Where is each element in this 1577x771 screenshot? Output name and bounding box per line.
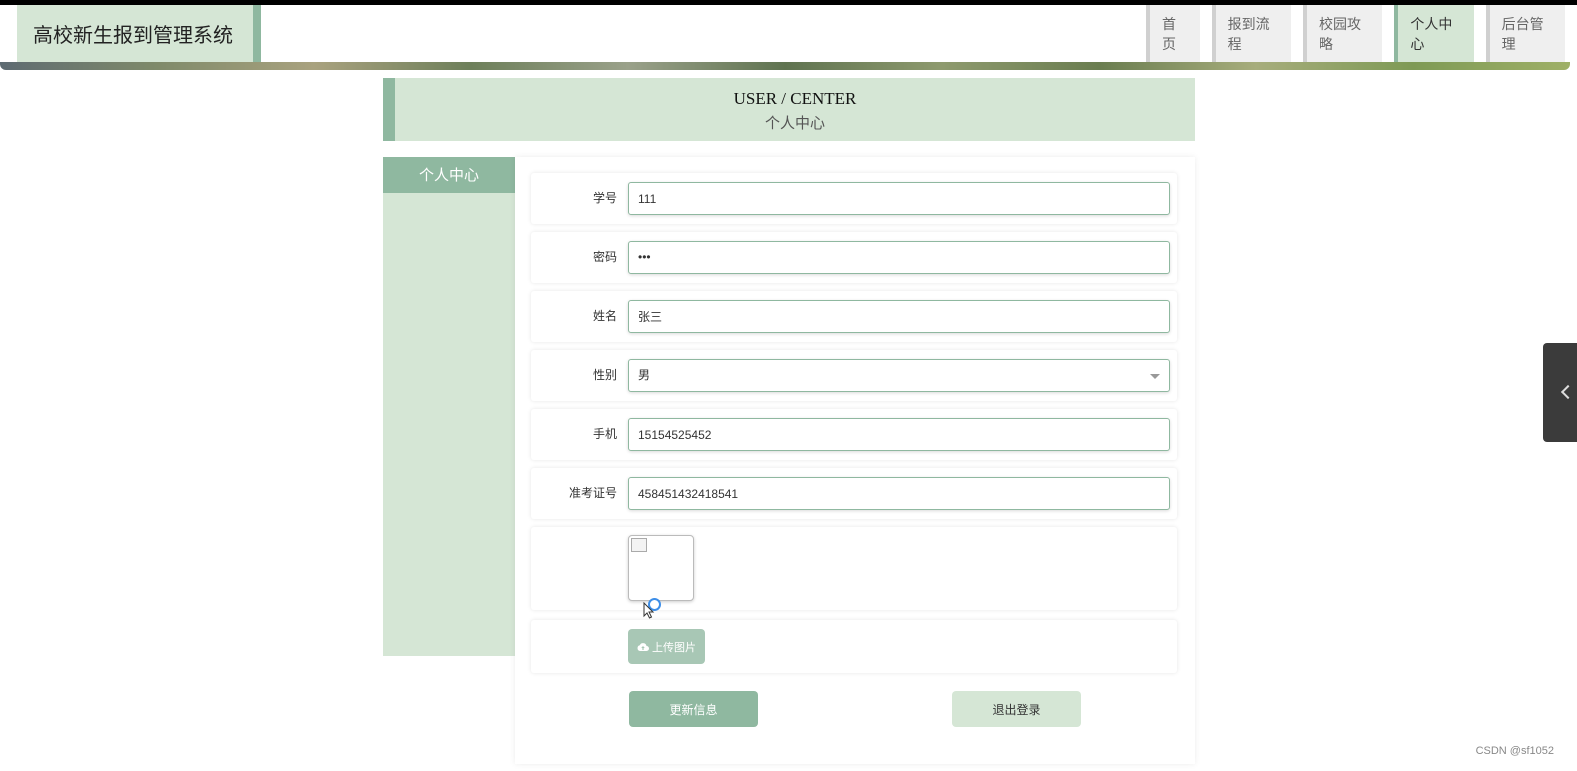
nav-item-user-center[interactable]: 个人中心 xyxy=(1394,5,1474,62)
watermark: CSDN @sf1052 xyxy=(1475,745,1554,757)
gender-select[interactable]: 男 xyxy=(628,359,1170,392)
form-row-photo xyxy=(531,527,1177,619)
gender-label: 性别 xyxy=(592,368,617,382)
phone-input[interactable] xyxy=(628,418,1170,451)
student-id-label: 学号 xyxy=(592,191,617,205)
form-row-gender: 性别 男 xyxy=(531,350,1177,401)
broken-image-icon xyxy=(631,538,647,552)
sidebar: 个人中心 xyxy=(383,157,515,656)
nav-item-registration-process[interactable]: 报到流程 xyxy=(1211,5,1291,62)
form-row-upload: 上传图片 xyxy=(531,620,1177,673)
side-toggle-tab[interactable] xyxy=(1543,343,1577,442)
profile-form-panel: 学号 密码 ••• 姓名 性别 男 手机 准考证号 xyxy=(515,157,1195,764)
photo-thumbnail[interactable] xyxy=(628,535,694,601)
sidebar-item-user-center[interactable]: 个人中心 xyxy=(383,157,515,193)
page-title-cn: 个人中心 xyxy=(764,114,825,132)
form-row-exam-number: 准考证号 xyxy=(531,468,1177,519)
page-title-en: USER / CENTER xyxy=(733,89,857,108)
nav-item-home[interactable]: 首页 xyxy=(1146,5,1200,62)
logout-button[interactable]: 退出登录 xyxy=(952,691,1081,727)
student-id-input[interactable] xyxy=(628,182,1170,215)
form-row-password: 密码 ••• xyxy=(531,232,1177,283)
nav-item-campus-guide[interactable]: 校园攻略 xyxy=(1303,5,1383,62)
update-info-button[interactable]: 更新信息 xyxy=(629,691,758,727)
gender-selected-value: 男 xyxy=(638,368,651,382)
nav-item-admin[interactable]: 后台管理 xyxy=(1485,5,1565,62)
page-title-band: USER / CENTER 个人中心 xyxy=(383,78,1195,141)
password-label: 密码 xyxy=(592,250,617,264)
chevron-left-icon xyxy=(1560,384,1576,400)
exam-number-input[interactable] xyxy=(628,477,1170,510)
form-row-name: 姓名 xyxy=(531,291,1177,342)
site-brand: 高校新生报到管理系统 xyxy=(17,5,261,62)
upload-image-button[interactable]: 上传图片 xyxy=(628,629,705,664)
password-input[interactable]: ••• xyxy=(628,241,1170,274)
upload-image-label: 上传图片 xyxy=(652,640,696,654)
mouse-cursor-icon xyxy=(643,602,655,619)
exam-number-label: 准考证号 xyxy=(568,486,617,500)
header-banner-image xyxy=(0,62,1570,70)
main-nav: 首页 报到流程 校园攻略 个人中心 后台管理 xyxy=(1146,5,1577,62)
form-row-student-id: 学号 xyxy=(531,173,1177,224)
name-label: 姓名 xyxy=(592,309,617,323)
chevron-down-icon xyxy=(1150,374,1160,379)
name-input[interactable] xyxy=(628,300,1170,333)
form-row-phone: 手机 xyxy=(531,409,1177,460)
phone-label: 手机 xyxy=(592,427,617,441)
cloud-upload-icon xyxy=(637,642,649,651)
